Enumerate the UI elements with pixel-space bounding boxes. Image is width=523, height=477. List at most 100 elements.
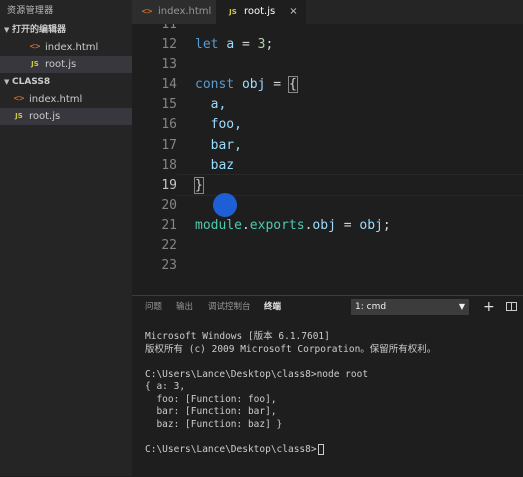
- tab-output[interactable]: 输出: [176, 296, 193, 318]
- html-file-icon: <>: [141, 7, 153, 17]
- folder-item-root-js[interactable]: JS root.js: [0, 108, 132, 125]
- terminal-prompt: C:\Users\Lance\Desktop\class8>: [145, 443, 317, 455]
- keyword: const: [195, 77, 235, 93]
- semicolon: ;: [382, 217, 391, 233]
- semicolon: ;: [265, 37, 274, 53]
- line-number: 14: [161, 77, 177, 93]
- open-editor-label: index.html: [45, 42, 99, 53]
- code-line-16: foo,: [195, 115, 391, 135]
- code-editor[interactable]: 11 12 13 14 15 16 17 18 19 20 21 22 23 l…: [132, 24, 523, 295]
- tab-debug-console[interactable]: 调试控制台: [208, 296, 251, 318]
- property-shorthand: baz: [210, 157, 235, 173]
- code-line-14: const obj = {: [195, 75, 391, 95]
- line-number-gutter: 11 12 13 14 15 16 17 18 19 20 21 22 23: [132, 24, 177, 276]
- tab-terminal[interactable]: 终端: [264, 296, 281, 318]
- terminal-select-value: 1: cmd: [355, 302, 387, 312]
- code-lines: let a = 3; const obj = { a, foo, bar, ba…: [194, 24, 391, 276]
- variable: obj: [241, 77, 266, 93]
- folder-item-index-html[interactable]: <> index.html: [0, 91, 132, 108]
- split-terminal-icon[interactable]: [506, 302, 517, 311]
- property-shorthand: a,: [210, 97, 227, 113]
- property-shorthand: foo,: [210, 117, 242, 133]
- panel-tab-bar: 问题 输出 调试控制台 终端 1: cmd ▼ +: [132, 296, 523, 318]
- terminal-cursor: [317, 443, 324, 455]
- terminal-select-dropdown[interactable]: 1: cmd ▼: [351, 299, 469, 315]
- chevron-down-icon: ▼: [4, 26, 10, 34]
- terminal-output[interactable]: Microsoft Windows [版本 6.1.7601] 版权所有 (c)…: [145, 331, 436, 456]
- line-number: 12: [161, 37, 177, 53]
- tab-root-js[interactable]: JS root.js ×: [216, 0, 306, 24]
- terminal-line: foo: [Function: foo],: [145, 393, 277, 405]
- folder-item-label: root.js: [29, 111, 61, 122]
- keyword: let: [195, 37, 219, 53]
- js-file-icon: JS: [15, 112, 23, 120]
- line-number: 23: [161, 258, 177, 274]
- line-number: 22: [161, 238, 177, 254]
- tab-label: root.js: [244, 6, 276, 17]
- module-identifier: module: [195, 217, 242, 233]
- operator: =: [234, 37, 258, 53]
- folder-label: CLASS8: [12, 77, 51, 87]
- property-shorthand: bar,: [210, 137, 242, 153]
- line-number: 16: [161, 117, 177, 133]
- line-number: 17: [161, 137, 177, 153]
- dot: .: [241, 217, 250, 233]
- chevron-down-icon: ▼: [4, 78, 10, 86]
- tab-problems[interactable]: 问题: [145, 296, 162, 318]
- open-editor-label: root.js: [45, 59, 77, 70]
- editor-tab-bar: <> index.html JS root.js ×: [132, 0, 523, 24]
- explorer-title: 资源管理器: [7, 6, 54, 16]
- code-line-18: baz: [195, 156, 391, 176]
- chevron-down-icon: ▼: [458, 302, 465, 311]
- terminal-line: C:\Users\Lance\Desktop\class8>node root: [145, 368, 369, 380]
- open-editors-header[interactable]: ▼ 打开的编辑器: [0, 22, 132, 39]
- bottom-panel: 问题 输出 调试控制台 终端 1: cmd ▼ + Microsoft Wind…: [132, 295, 523, 477]
- terminal-line: baz: [Function: baz] }: [145, 418, 283, 430]
- operator: =: [335, 217, 360, 233]
- explorer-sidebar: 资源管理器 ▼ 打开的编辑器 <> index.html JS root.js …: [0, 0, 132, 476]
- line-number: 15: [161, 97, 177, 113]
- code-line-15: a,: [195, 95, 391, 115]
- tab-label: index.html: [158, 6, 212, 17]
- line-number-active: 19: [161, 177, 177, 193]
- html-file-icon: <>: [13, 94, 25, 104]
- terminal-line: 版权所有 (c) 2009 Microsoft Corporation。保留所有…: [145, 343, 437, 355]
- js-file-icon: JS: [229, 8, 237, 16]
- folder-item-label: index.html: [29, 94, 83, 105]
- terminal-prompt-line: C:\Users\Lance\Desktop\class8>: [145, 443, 436, 457]
- line-number: 13: [161, 57, 177, 73]
- code-line-21: module.exports.obj = obj;: [195, 216, 391, 236]
- folder-header-class8[interactable]: ▼ CLASS8: [0, 74, 132, 91]
- tab-index-html[interactable]: <> index.html: [132, 0, 216, 24]
- js-file-icon: JS: [31, 60, 39, 68]
- matching-brace-open: {: [287, 76, 298, 94]
- line-number: 20: [161, 197, 177, 213]
- matching-brace-close: }: [194, 176, 204, 194]
- open-editors-label: 打开的编辑器: [12, 25, 67, 35]
- line-number: 21: [161, 217, 177, 233]
- open-editor-item-index-html[interactable]: <> index.html: [0, 39, 132, 56]
- close-icon[interactable]: ×: [289, 0, 297, 24]
- variable: obj: [312, 217, 336, 233]
- terminal-line: bar: [Function: bar],: [145, 406, 277, 417]
- variable: a: [226, 37, 235, 53]
- terminal-line: Microsoft Windows [版本 6.1.7601]: [145, 331, 330, 342]
- open-editor-item-root-js[interactable]: JS root.js: [0, 56, 132, 73]
- html-file-icon: <>: [29, 42, 41, 52]
- add-terminal-button[interactable]: +: [483, 298, 495, 316]
- code-line-17: bar,: [195, 136, 391, 156]
- operator: =: [265, 77, 289, 93]
- code-line-12: let a = 3;: [195, 35, 391, 55]
- exports-identifier: exports: [249, 217, 305, 233]
- line-number: 18: [161, 157, 177, 173]
- variable: obj: [359, 217, 383, 233]
- terminal-line: { a: 3,: [145, 381, 186, 392]
- mouse-cursor-highlight: [213, 193, 237, 217]
- line-number: 11: [161, 24, 177, 32]
